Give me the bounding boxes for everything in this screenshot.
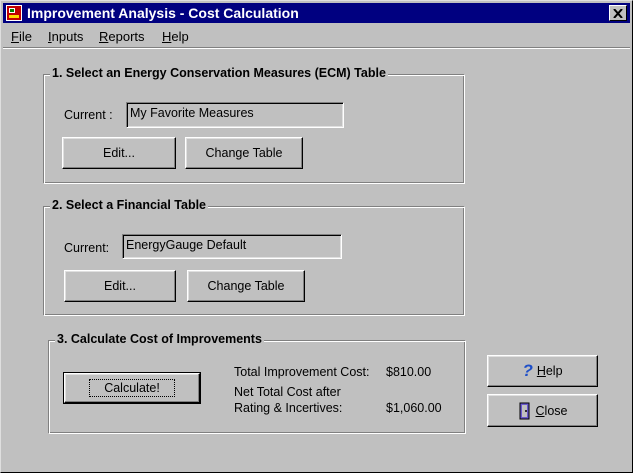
ecm-group-title: 1. Select an Energy Conservation Measure… <box>50 66 388 80</box>
calculate-group-title: 3. Calculate Cost of Improvements <box>55 332 264 346</box>
net-cost-label-line2: Rating & Incertives: <box>234 401 343 415</box>
financial-edit-button[interactable]: Edit... <box>64 270 176 302</box>
menu-inputs[interactable]: Inputs <box>48 29 83 44</box>
help-button-label: elp <box>545 364 563 378</box>
menu-file-mnemonic: F <box>11 29 19 44</box>
close-button[interactable]: Close <box>487 394 598 427</box>
financial-group-title: 2. Select a Financial Table <box>50 198 208 212</box>
menu-reports[interactable]: Reports <box>99 29 145 44</box>
menu-reports-mnemonic: R <box>99 29 109 44</box>
ecm-current-field: My Favorite Measures <box>126 102 344 128</box>
menu-help[interactable]: Help <box>162 29 189 44</box>
total-cost-value: $810.00 <box>386 365 432 379</box>
help-button[interactable]: ? Help <box>487 355 598 387</box>
door-exit-icon <box>519 402 530 419</box>
net-cost-value: $1,060.00 <box>386 401 442 415</box>
calculate-button[interactable]: Calculate! <box>63 372 201 404</box>
calculate-cost-group: 3. Calculate Cost of Improvements Calcul… <box>48 332 466 434</box>
ecm-edit-button[interactable]: Edit... <box>62 137 176 169</box>
close-icon <box>613 8 623 18</box>
question-mark-icon: ? <box>522 361 533 380</box>
menu-help-label: elp <box>171 29 189 44</box>
calculate-button-label: Calculate! <box>89 379 175 397</box>
app-icon <box>6 5 22 21</box>
menu-file-label: ile <box>18 29 32 44</box>
close-button-label: lose <box>544 403 568 418</box>
main-window: Improvement Analysis - Cost Calculation … <box>0 0 633 473</box>
menu-help-mnemonic: H <box>162 29 172 44</box>
financial-change-table-button[interactable]: Change Table <box>187 270 305 302</box>
help-button-mnemonic: H <box>536 364 546 378</box>
title-bar[interactable]: Improvement Analysis - Cost Calculation <box>3 3 630 23</box>
financial-table-group: 2. Select a Financial Table Current: Ene… <box>43 198 465 316</box>
menu-inputs-label: nputs <box>51 29 84 44</box>
financial-current-label: Current: <box>64 241 110 255</box>
menu-bar: File Inputs Reports Help <box>3 25 630 47</box>
menu-file[interactable]: File <box>11 29 32 44</box>
ecm-table-group: 1. Select an Energy Conservation Measure… <box>43 66 465 184</box>
financial-current-field: EnergyGauge Default <box>122 234 342 259</box>
net-cost-label-line1: Net Total Cost after <box>234 385 341 399</box>
window-close-button[interactable] <box>609 5 627 21</box>
close-button-mnemonic: C <box>535 403 545 418</box>
total-cost-label: Total Improvement Cost: <box>234 365 370 379</box>
menu-reports-label: eports <box>108 29 145 44</box>
client-area: 1. Select an Energy Conservation Measure… <box>3 49 630 470</box>
ecm-change-table-button[interactable]: Change Table <box>185 137 303 169</box>
ecm-current-label: Current : <box>64 108 113 122</box>
window-title: Improvement Analysis - Cost Calculation <box>27 5 299 21</box>
